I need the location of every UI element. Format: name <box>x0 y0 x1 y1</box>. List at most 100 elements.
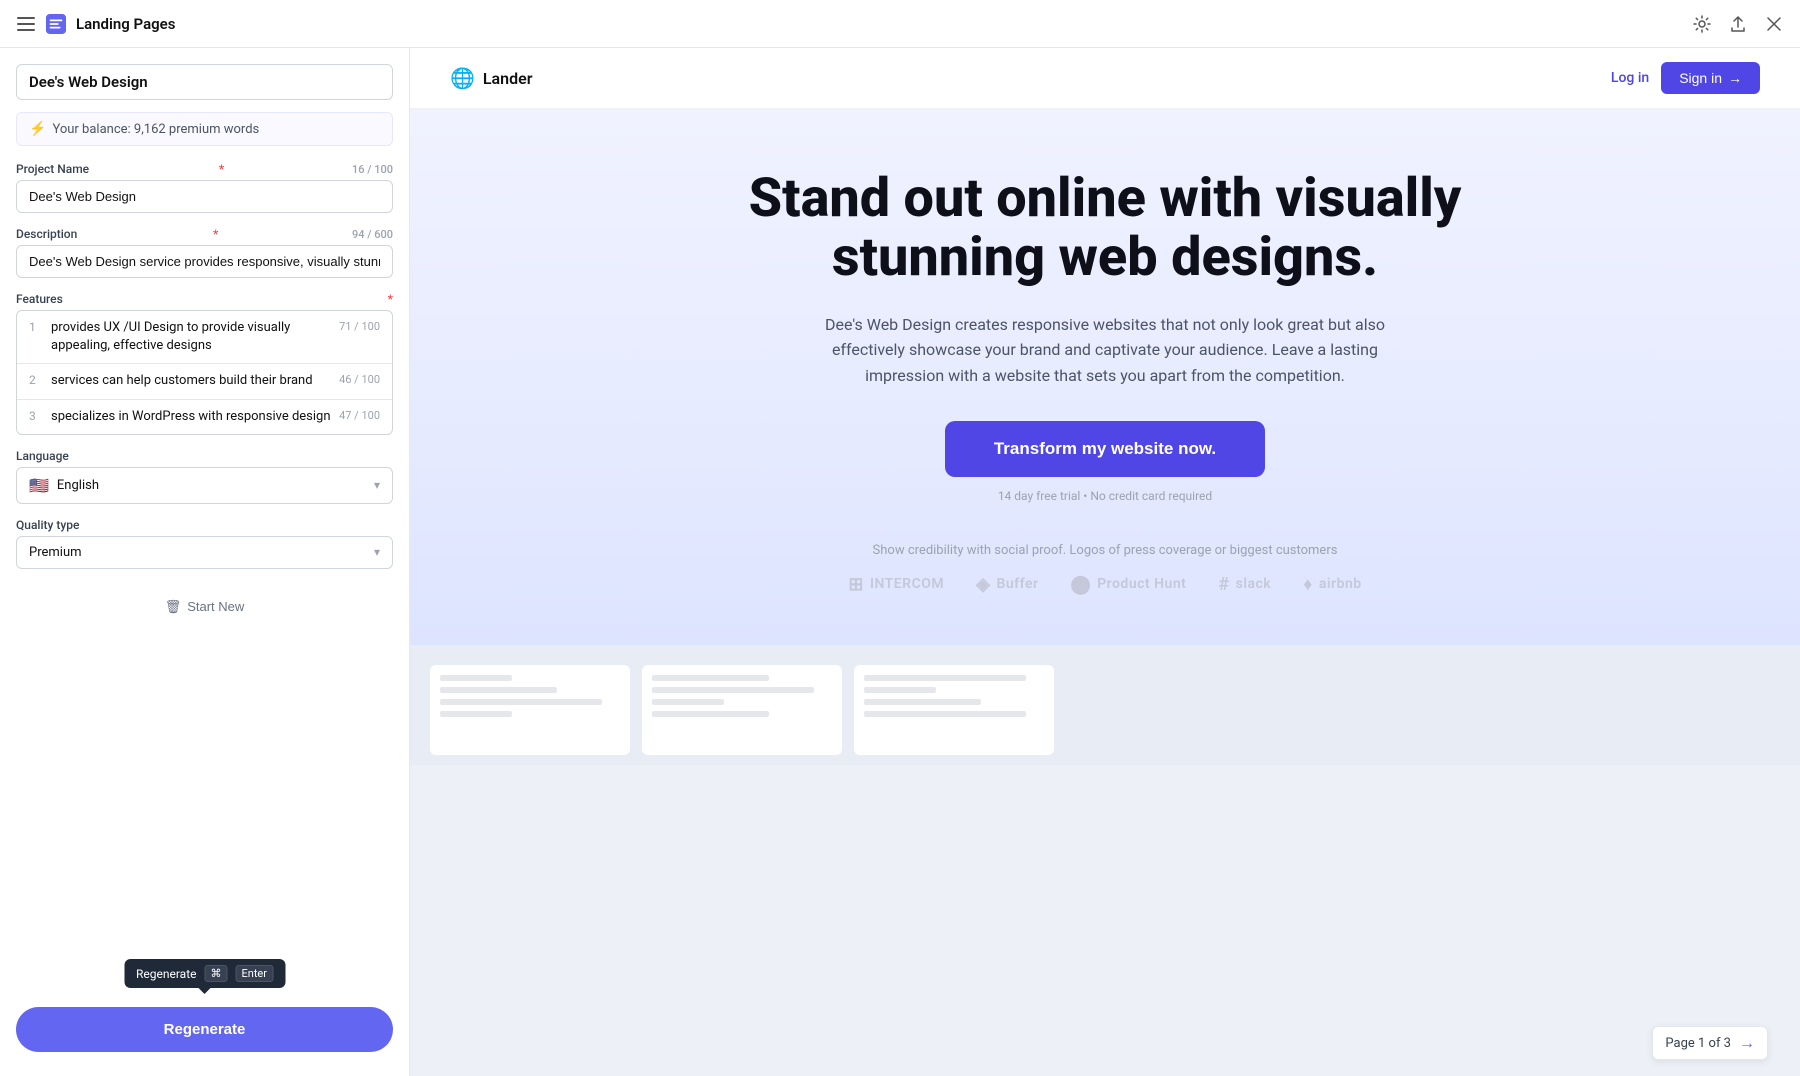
hero-title: Stand out online with visually stunning … <box>695 169 1515 288</box>
tooltip-label: Regenerate <box>136 967 197 981</box>
feature-num-1: 1 <box>29 320 43 334</box>
lander-brand: 🌐 Lander <box>450 66 532 90</box>
globe-icon: 🌐 <box>450 66 475 90</box>
project-name-counter: 16 / 100 <box>352 163 393 176</box>
quality-chevron-icon: ▾ <box>374 545 380 559</box>
feature-text-3: specializes in WordPress with responsive… <box>51 408 331 426</box>
thumb-line <box>864 711 1026 717</box>
regenerate-button[interactable]: Regenerate <box>16 1007 393 1052</box>
regenerate-area: Regenerate ⌘ Enter Regenerate <box>16 1007 393 1060</box>
features-list: 1 provides UX /UI Design to provide visu… <box>16 310 393 435</box>
feature-counter-2: 46 / 100 <box>339 373 380 386</box>
page-strip <box>410 645 1800 765</box>
close-icon[interactable] <box>1764 14 1784 34</box>
feature-counter-1: 71 / 100 <box>339 320 380 333</box>
logo-intercom: ⊞ INTERCOM <box>848 574 944 595</box>
hero-section: Stand out online with visually stunning … <box>410 109 1800 645</box>
main-layout: Dee's Web Design ⚡ Your balance: 9,162 p… <box>0 48 1800 1076</box>
project-name-display: Dee's Web Design <box>16 64 393 100</box>
signin-button[interactable]: Sign in → <box>1661 62 1760 94</box>
description-label: Description* 94 / 600 <box>16 227 393 241</box>
logo-buffer: ◈ Buffer <box>976 574 1038 595</box>
signin-label: Sign in <box>1679 70 1722 86</box>
language-section: Language 🇺🇸 English ▾ <box>16 449 393 504</box>
export-icon[interactable] <box>1728 14 1748 34</box>
quality-type-section: Quality type Premium ▾ <box>16 518 393 569</box>
lander-nav-right: Log in Sign in → <box>1611 62 1760 94</box>
feat-required-marker: * <box>388 292 393 306</box>
feature-item-1[interactable]: 1 provides UX /UI Design to provide visu… <box>17 311 392 364</box>
tooltip-enter-key: Enter <box>236 965 274 982</box>
quality-type-label: Quality type <box>16 518 393 532</box>
description-section: Description* 94 / 600 <box>16 227 393 278</box>
page-nav-next-arrow[interactable]: → <box>1739 1033 1755 1053</box>
lander-navbar: 🌐 Lander Log in Sign in → <box>410 48 1800 109</box>
thumb-line <box>440 675 512 681</box>
preview-area: 🌐 Lander Log in Sign in → Stand out onli… <box>410 48 1800 1076</box>
flag-icon: 🇺🇸 <box>29 476 49 495</box>
slack-icon: # <box>1218 574 1229 595</box>
language-label: Language <box>16 449 393 463</box>
chevron-down-icon: ▾ <box>374 478 380 492</box>
social-proof-label: Show credibility with social proof. Logo… <box>873 543 1338 558</box>
settings-icon[interactable] <box>1692 14 1712 34</box>
buffer-icon: ◈ <box>976 574 990 595</box>
project-name-input[interactable] <box>16 180 393 213</box>
tooltip-arrow <box>199 988 211 994</box>
balance-bar: ⚡ Your balance: 9,162 premium words <box>16 112 393 146</box>
start-new-label: Start New <box>187 599 244 614</box>
thumb-line <box>652 711 769 717</box>
tooltip-cmd-key: ⌘ <box>205 965 228 982</box>
login-link[interactable]: Log in <box>1611 70 1649 86</box>
features-label: Features* <box>16 292 393 306</box>
thumb-line <box>652 675 769 681</box>
feature-item-3[interactable]: 3 specializes in WordPress with responsi… <box>17 400 392 434</box>
page-nav-strip: Page 1 of 3 → <box>1652 1026 1768 1060</box>
quality-type-select[interactable]: Premium ▾ <box>16 536 393 569</box>
description-input[interactable] <box>16 245 393 278</box>
thumb-line <box>652 687 814 693</box>
logo-producthunt: ⬤ Product Hunt <box>1071 574 1187 595</box>
quality-type-value: Premium <box>29 545 366 560</box>
thumb-line <box>652 699 724 705</box>
arrow-right-icon: → <box>1728 70 1742 86</box>
page-thumb-2 <box>642 665 842 755</box>
page-nav-label: Page 1 of 3 <box>1665 1036 1731 1051</box>
logos-row: ⊞ INTERCOM ◈ Buffer ⬤ Product Hunt # sla… <box>848 574 1361 595</box>
page-thumb-1 <box>430 665 630 755</box>
trash-icon: 🗑 <box>165 599 182 615</box>
feature-num-3: 3 <box>29 409 43 423</box>
regenerate-tooltip: Regenerate ⌘ Enter <box>124 959 285 988</box>
thumb-line <box>864 687 936 693</box>
thumb-line <box>440 711 512 717</box>
topbar-left: Landing Pages <box>16 14 175 34</box>
topbar: Landing Pages <box>0 0 1800 48</box>
thumb-line <box>864 699 981 705</box>
project-name-section: Project Name* 16 / 100 <box>16 162 393 213</box>
airbnb-icon: ♦ <box>1303 574 1313 595</box>
start-new-button[interactable]: 🗑 Start New <box>16 591 393 623</box>
sidebar: Dee's Web Design ⚡ Your balance: 9,162 p… <box>0 48 410 1076</box>
topbar-title: Landing Pages <box>76 15 175 33</box>
feature-text-2: services can help customers build their … <box>51 372 331 390</box>
thumb-line <box>440 699 602 705</box>
language-value: English <box>57 478 366 493</box>
page-thumb-3 <box>854 665 1054 755</box>
language-select[interactable]: 🇺🇸 English ▾ <box>16 467 393 504</box>
project-name-label: Project Name* 16 / 100 <box>16 162 393 176</box>
lightning-icon: ⚡ <box>29 121 46 137</box>
menu-icon[interactable] <box>16 14 36 34</box>
feature-text-1: provides UX /UI Design to provide visual… <box>51 319 331 355</box>
hero-subtitle: Dee's Web Design creates responsive webs… <box>815 312 1395 389</box>
features-section: Features* 1 provides UX /UI Design to pr… <box>16 292 393 435</box>
cta-subtext: 14 day free trial • No credit card requi… <box>998 489 1212 503</box>
thumb-line <box>864 675 1026 681</box>
lander-brand-name: Lander <box>483 69 533 88</box>
description-counter: 94 / 600 <box>352 228 393 241</box>
required-marker: * <box>219 162 224 176</box>
feature-num-2: 2 <box>29 373 43 387</box>
topbar-right <box>1692 14 1784 34</box>
logo-slack: # slack <box>1218 574 1271 595</box>
cta-button[interactable]: Transform my website now. <box>945 421 1265 477</box>
feature-item-2[interactable]: 2 services can help customers build thei… <box>17 364 392 399</box>
